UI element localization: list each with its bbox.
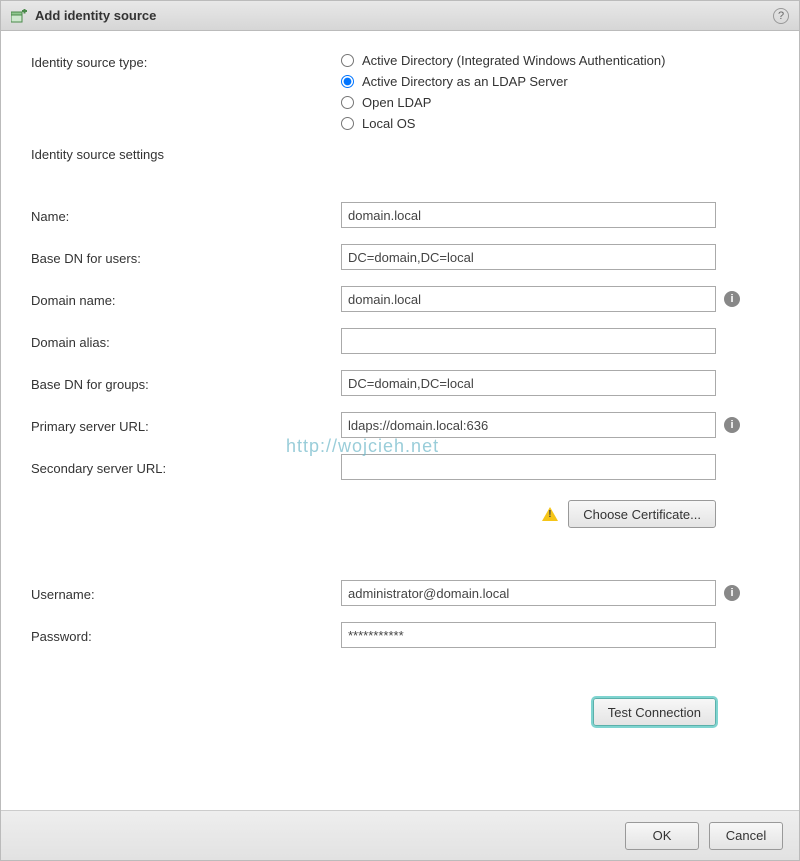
radio-local-os-input[interactable] <box>341 117 354 130</box>
domain-alias-row: Domain alias: <box>31 328 769 354</box>
dialog-title: Add identity source <box>35 8 765 23</box>
domain-name-row: Domain name: i <box>31 286 769 312</box>
radio-open-ldap[interactable]: Open LDAP <box>341 95 665 110</box>
add-identity-source-dialog: Add identity source ? Identity source ty… <box>0 0 800 861</box>
radio-ad-integrated[interactable]: Active Directory (Integrated Windows Aut… <box>341 53 665 68</box>
identity-source-settings-heading: Identity source settings <box>31 147 769 162</box>
domain-alias-label: Domain alias: <box>31 333 341 350</box>
add-identity-icon <box>11 9 27 23</box>
dialog-footer: OK Cancel <box>1 810 799 860</box>
password-label: Password: <box>31 627 341 644</box>
info-icon[interactable]: i <box>724 417 740 433</box>
primary-url-input[interactable] <box>341 412 716 438</box>
radio-open-ldap-label: Open LDAP <box>362 95 431 110</box>
dialog-titlebar: Add identity source ? <box>1 1 799 31</box>
radio-ad-integrated-input[interactable] <box>341 54 354 67</box>
primary-url-label: Primary server URL: <box>31 417 341 434</box>
ok-button[interactable]: OK <box>625 822 699 850</box>
radio-ad-ldap-label: Active Directory as an LDAP Server <box>362 74 568 89</box>
domain-name-input[interactable] <box>341 286 716 312</box>
secondary-url-label: Secondary server URL: <box>31 459 341 476</box>
name-label: Name: <box>31 207 341 224</box>
name-row: Name: <box>31 202 769 228</box>
radio-local-os[interactable]: Local OS <box>341 116 665 131</box>
password-input[interactable] <box>341 622 716 648</box>
base-dn-users-label: Base DN for users: <box>31 249 341 266</box>
radio-ad-ldap[interactable]: Active Directory as an LDAP Server <box>341 74 665 89</box>
help-icon[interactable]: ? <box>773 8 789 24</box>
identity-source-type-label: Identity source type: <box>31 53 341 70</box>
cancel-button[interactable]: Cancel <box>709 822 783 850</box>
base-dn-groups-input[interactable] <box>341 370 716 396</box>
base-dn-groups-label: Base DN for groups: <box>31 375 341 392</box>
identity-source-type-radios: Active Directory (Integrated Windows Aut… <box>341 53 665 131</box>
secondary-url-input[interactable] <box>341 454 716 480</box>
username-label: Username: <box>31 585 341 602</box>
info-icon[interactable]: i <box>724 585 740 601</box>
radio-ad-ldap-input[interactable] <box>341 75 354 88</box>
info-icon[interactable]: i <box>724 291 740 307</box>
base-dn-users-row: Base DN for users: <box>31 244 769 270</box>
username-row: Username: i <box>31 580 769 606</box>
choose-certificate-button[interactable]: Choose Certificate... <box>568 500 716 528</box>
radio-ad-integrated-label: Active Directory (Integrated Windows Aut… <box>362 53 665 68</box>
test-connection-row: Test Connection <box>31 664 769 726</box>
identity-source-type-row: Identity source type: Active Directory (… <box>31 53 769 131</box>
warning-icon <box>542 507 558 521</box>
base-dn-groups-row: Base DN for groups: <box>31 370 769 396</box>
domain-name-label: Domain name: <box>31 291 341 308</box>
radio-open-ldap-input[interactable] <box>341 96 354 109</box>
certificate-controls: Choose Certificate... <box>341 500 716 528</box>
radio-local-os-label: Local OS <box>362 116 415 131</box>
dialog-content: Identity source type: Active Directory (… <box>1 31 799 810</box>
certificate-row: Choose Certificate... <box>31 496 769 564</box>
password-row: Password: <box>31 622 769 648</box>
name-input[interactable] <box>341 202 716 228</box>
primary-url-row: Primary server URL: i <box>31 412 769 438</box>
test-connection-button[interactable]: Test Connection <box>593 698 716 726</box>
domain-alias-input[interactable] <box>341 328 716 354</box>
base-dn-users-input[interactable] <box>341 244 716 270</box>
username-input[interactable] <box>341 580 716 606</box>
secondary-url-row: Secondary server URL: <box>31 454 769 480</box>
